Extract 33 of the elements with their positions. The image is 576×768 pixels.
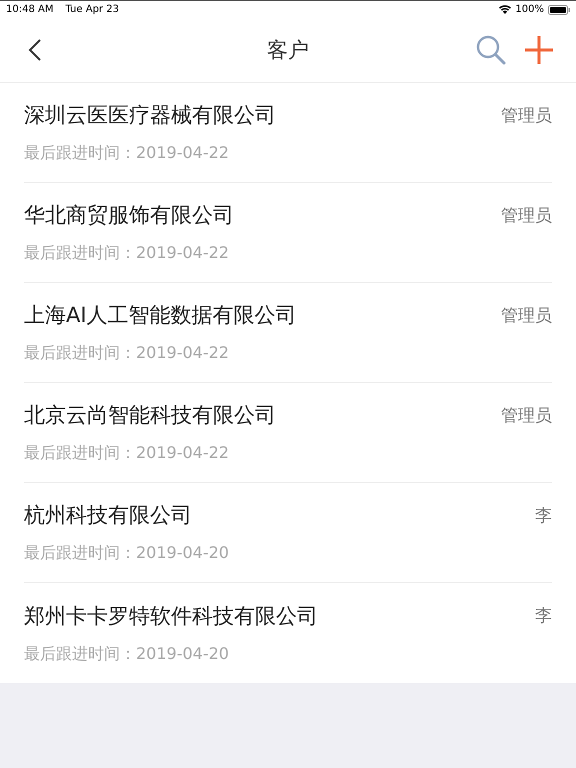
status-date: Tue Apr 23 bbox=[65, 4, 119, 15]
customer-name: 华北商贸服饰有限公司 bbox=[24, 202, 234, 229]
customer-row[interactable]: 郑州卡卡罗特软件科技有限公司 李 最后跟进时间：2019-04-20 bbox=[24, 583, 552, 683]
battery-percent: 100% bbox=[515, 4, 544, 15]
customer-row[interactable]: 上海AI人工智能数据有限公司 管理员 最后跟进时间：2019-04-22 bbox=[24, 283, 552, 383]
add-icon[interactable] bbox=[524, 35, 554, 65]
customer-row[interactable]: 杭州科技有限公司 李 最后跟进时间：2019-04-20 bbox=[24, 483, 552, 583]
customer-owner: 李 bbox=[535, 504, 552, 526]
customer-name: 深圳云医医疗器械有限公司 bbox=[24, 102, 276, 129]
customer-owner: 管理员 bbox=[501, 104, 552, 126]
last-follow-up: 最后跟进时间：2019-04-22 bbox=[24, 243, 230, 264]
customer-name: 杭州科技有限公司 bbox=[24, 502, 192, 529]
battery-icon bbox=[548, 4, 570, 14]
customer-name: 北京云尚智能科技有限公司 bbox=[24, 402, 276, 429]
customer-owner: 管理员 bbox=[501, 304, 552, 326]
search-icon[interactable] bbox=[476, 35, 506, 65]
customer-row[interactable]: 深圳云医医疗器械有限公司 管理员 最后跟进时间：2019-04-22 bbox=[24, 83, 552, 183]
last-follow-up: 最后跟进时间：2019-04-22 bbox=[24, 343, 230, 364]
customer-row[interactable]: 华北商贸服饰有限公司 管理员 最后跟进时间：2019-04-22 bbox=[24, 183, 552, 283]
last-follow-up: 最后跟进时间：2019-04-20 bbox=[24, 543, 230, 564]
page-title: 客户 bbox=[267, 37, 309, 64]
last-follow-up: 最后跟进时间：2019-04-20 bbox=[24, 644, 230, 664]
status-time: 10:48 AM bbox=[6, 4, 54, 15]
customer-owner: 管理员 bbox=[501, 404, 552, 426]
customer-name: 上海AI人工智能数据有限公司 bbox=[24, 302, 297, 329]
customer-row[interactable]: 北京云尚智能科技有限公司 管理员 最后跟进时间：2019-04-22 bbox=[24, 383, 552, 483]
back-icon[interactable] bbox=[28, 38, 42, 62]
customer-owner: 李 bbox=[535, 605, 552, 627]
wifi-icon bbox=[499, 5, 512, 14]
customer-owner: 管理员 bbox=[501, 204, 552, 226]
last-follow-up: 最后跟进时间：2019-04-22 bbox=[24, 443, 230, 464]
customer-name: 郑州卡卡罗特软件科技有限公司 bbox=[24, 602, 318, 630]
last-follow-up: 最后跟进时间：2019-04-22 bbox=[24, 143, 230, 164]
